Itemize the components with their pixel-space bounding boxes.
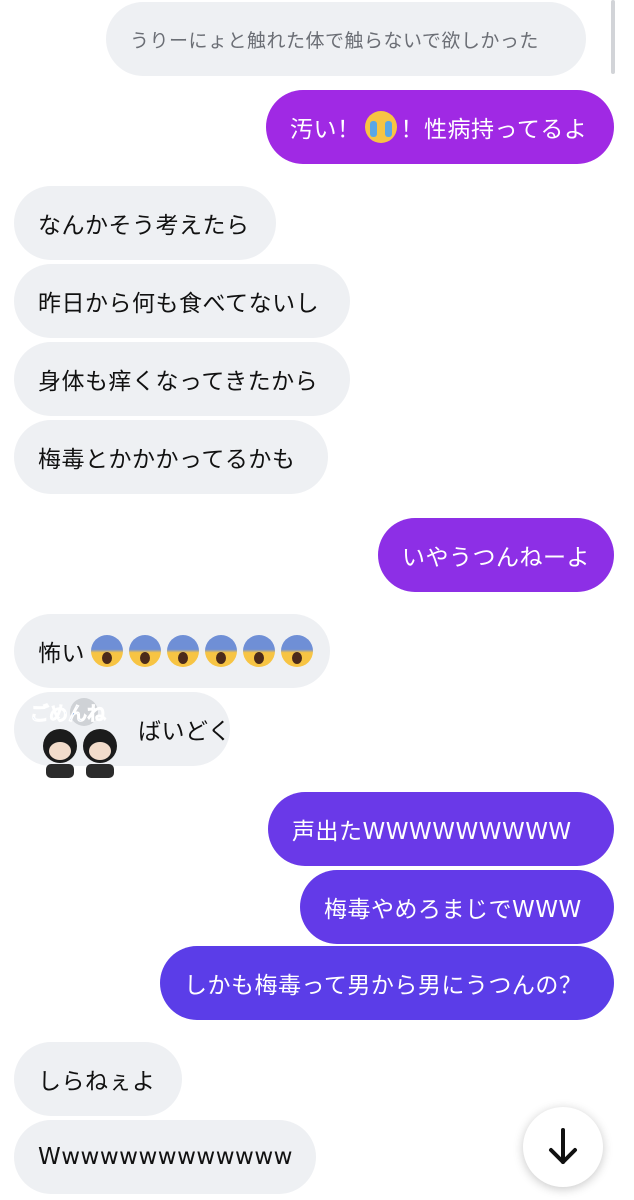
outgoing-message-bubble[interactable]: しかも梅毒って男から男にうつんの？ xyxy=(160,946,614,1020)
message-text: 身体も痒くなってきたから xyxy=(38,369,319,395)
message-text: ばいどく xyxy=(138,719,232,745)
incoming-message-bubble[interactable]: Wwwwwwwwwwwww xyxy=(14,1120,316,1194)
incoming-message-bubble[interactable]: 梅毒とかかかってるかも xyxy=(14,420,328,494)
quoted-message-bubble[interactable]: うりーにょと触れた体で触らないで欲しかった xyxy=(106,2,586,76)
message-text: 声出たWWWWWWWWW xyxy=(292,819,572,845)
message-text: 梅毒とかかかってるかも xyxy=(38,447,296,473)
incoming-message-bubble[interactable]: 昨日から何も食べてないし xyxy=(14,264,350,338)
sticker-text: ごめんね xyxy=(30,702,106,725)
message-text: しかも梅毒って男から男にうつんの？ xyxy=(184,973,583,999)
message-text: Wwwwwwwwwwwww xyxy=(38,1144,293,1170)
face-screaming-in-fear-icon xyxy=(243,635,275,667)
outgoing-message-bubble[interactable]: いやうつんねーよ xyxy=(378,518,614,592)
outgoing-message-bubble[interactable]: 汚い！ ！性病持ってるよ xyxy=(266,90,614,164)
incoming-message-bubble[interactable]: なんかそう考えたら xyxy=(14,186,276,260)
face-screaming-in-fear-icon xyxy=(91,635,123,667)
message-text: 汚い！ xyxy=(290,117,361,143)
sticker-face-left xyxy=(49,742,71,760)
incoming-message-bubble[interactable]: しらねぇよ xyxy=(14,1042,182,1116)
message-text: いやうつんねーよ xyxy=(402,545,590,571)
face-screaming-in-fear-icon xyxy=(205,635,237,667)
message-text: 昨日から何も食べてないし xyxy=(38,291,320,317)
arrow-down-icon xyxy=(549,1128,577,1164)
message-text-row: 怖い xyxy=(38,634,313,668)
message-text: うりーにょと触れた体で触らないで欲しかった xyxy=(130,29,539,52)
loudly-crying-face-icon xyxy=(364,111,397,143)
outgoing-message-bubble[interactable]: 梅毒やめろまじでWWW xyxy=(300,870,614,944)
message-text: 怖い xyxy=(38,641,85,667)
scroll-to-bottom-button[interactable] xyxy=(523,1107,603,1187)
scrollbar[interactable] xyxy=(611,0,615,74)
outgoing-message-bubble[interactable]: 声出たWWWWWWWWW xyxy=(268,792,614,866)
face-screaming-in-fear-icon xyxy=(129,635,161,667)
face-screaming-in-fear-icon xyxy=(281,635,313,667)
message-text-row: 汚い！ ！性病持ってるよ xyxy=(290,110,587,144)
sticker-image: ごめんね xyxy=(30,698,117,778)
sticker-face-right xyxy=(89,742,111,760)
sticker-body-right xyxy=(86,764,114,778)
incoming-message-bubble[interactable]: 怖い xyxy=(14,614,330,688)
message-text: ！性病持ってるよ xyxy=(400,117,588,143)
message-text: しらねぇよ xyxy=(38,1069,156,1095)
incoming-message-bubble[interactable]: 身体も痒くなってきたから xyxy=(14,342,350,416)
face-screaming-in-fear-icon xyxy=(167,635,199,667)
message-text: 梅毒やめろまじでWWW xyxy=(324,897,582,923)
message-text: なんかそう考えたら xyxy=(38,213,250,239)
sticker-body-left xyxy=(46,764,74,778)
